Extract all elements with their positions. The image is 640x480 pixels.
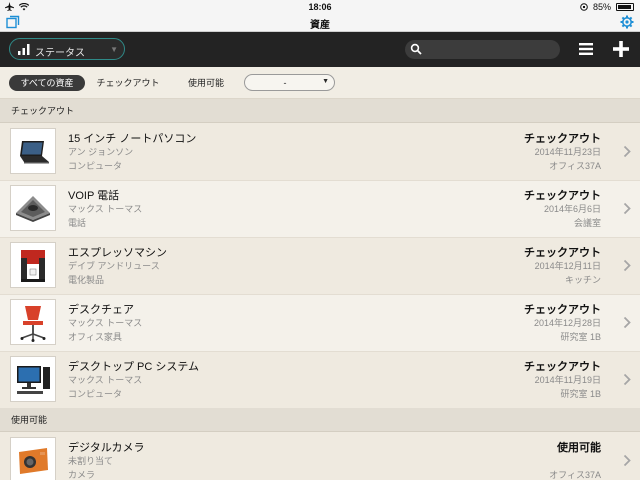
filter-bar: すべての資産 チェックアウト 使用可能 - ▼ [0, 67, 640, 99]
battery-icon [616, 3, 634, 11]
status-bar: 18:06 85% [0, 0, 640, 14]
signal-bars-icon [18, 44, 30, 55]
chevron-right-icon [623, 373, 631, 386]
asset-status: チェックアウト [524, 304, 601, 316]
asset-row[interactable]: VOIP 電話 マックス トーマス 電話 チェックアウト 2014年6月6日 会… [0, 181, 640, 238]
asset-category: コンピュータ [68, 161, 123, 171]
status-right: 85% [580, 2, 634, 12]
filter-select-value: - [283, 78, 287, 88]
status-dropdown[interactable]: ステータス ▼ [9, 38, 125, 60]
asset-status: チェックアウト [524, 133, 601, 145]
page-title: 資産 [310, 20, 330, 31]
asset-date: 2014年11月19日 [534, 375, 601, 385]
conference-phone-thumbnail [10, 185, 56, 231]
asset-row[interactable]: デスクトップ PC システム マックス トーマス コンピュータ チェックアウト … [0, 352, 640, 409]
asset-row[interactable]: デジタルカメラ 未割り当て カメラ 使用可能 オフィス37A [0, 433, 640, 480]
filter-select[interactable]: - ▼ [244, 74, 335, 91]
laptop-thumbnail [10, 128, 56, 174]
asset-name: 15 インチ ノートパソコン [68, 133, 197, 145]
gear-icon[interactable] [620, 15, 634, 29]
asset-location: オフィス37A [549, 161, 601, 171]
asset-name: VOIP 電話 [68, 190, 120, 202]
section-header-checkout: チェックアウト [0, 99, 640, 123]
asset-name: デスクトップ PC システム [68, 361, 200, 373]
asset-assignee: マックス トーマス [68, 375, 143, 385]
asset-name: デスクチェア [68, 304, 134, 316]
orientation-lock-icon [580, 3, 588, 11]
desk-chair-thumbnail [10, 299, 56, 345]
list-menu-icon[interactable] [579, 42, 593, 56]
filter-available-button[interactable]: 使用可能 [180, 75, 232, 91]
section-header-available: 使用可能 [0, 408, 640, 432]
asset-status: 使用可能 [557, 442, 601, 454]
chevron-right-icon [623, 202, 631, 215]
filter-all-button[interactable]: すべての資産 [9, 75, 85, 91]
chevron-right-icon [623, 454, 631, 467]
asset-category: 電化製品 [68, 275, 105, 285]
toolbar: ステータス ▼ [0, 32, 640, 67]
asset-status: チェックアウト [524, 247, 601, 259]
asset-name: デジタルカメラ [68, 442, 145, 454]
chevron-right-icon [623, 145, 631, 158]
filter-checkout-button[interactable]: チェックアウト [92, 75, 164, 91]
battery-percent: 85% [592, 2, 611, 12]
asset-date: 2014年12月28日 [533, 318, 601, 328]
asset-location: キッチン [564, 275, 601, 285]
add-icon[interactable] [612, 40, 630, 58]
espresso-machine-thumbnail [10, 242, 56, 288]
search-icon [410, 43, 422, 55]
asset-location: 会議室 [573, 218, 601, 228]
asset-assignee: デイブ アンドリュース [68, 261, 160, 271]
asset-category: オフィス家具 [68, 332, 122, 342]
asset-row[interactable]: デスクチェア マックス トーマス オフィス家具 チェックアウト 2014年12月… [0, 295, 640, 352]
chevron-right-icon [623, 316, 631, 329]
asset-location: オフィス37A [549, 470, 601, 480]
status-dropdown-label: ステータス [35, 48, 85, 59]
asset-assignee: マックス トーマス [68, 318, 143, 328]
asset-assignee: アン ジョンソン [68, 147, 134, 157]
chevron-right-icon [623, 259, 631, 272]
nav-bar: 資産 [0, 14, 640, 32]
caret-down-icon: ▼ [322, 78, 329, 85]
asset-name: エスプレッソマシン [68, 247, 167, 259]
search-input[interactable] [405, 40, 560, 59]
desktop-pc-thumbnail [10, 356, 56, 402]
asset-date: 2014年12月11日 [534, 261, 601, 271]
asset-location: 研究室 1B [560, 389, 601, 399]
asset-location: 研究室 1B [560, 332, 601, 342]
asset-date: 2014年6月6日 [543, 204, 601, 214]
digital-camera-thumbnail [10, 437, 56, 480]
asset-status: チェックアウト [524, 190, 601, 202]
asset-assignee: 未割り当て [68, 456, 114, 466]
asset-row[interactable]: 15 インチ ノートパソコン アン ジョンソン コンピュータ チェックアウト 2… [0, 124, 640, 181]
clock: 18:06 [308, 2, 332, 12]
asset-status: チェックアウト [524, 361, 601, 373]
asset-category: コンピュータ [68, 389, 123, 399]
asset-category: 電話 [68, 218, 87, 228]
asset-date: 2014年11月23日 [534, 147, 601, 157]
caret-down-icon: ▼ [110, 45, 118, 54]
asset-assignee: マックス トーマス [68, 204, 143, 214]
asset-row[interactable]: エスプレッソマシン デイブ アンドリュース 電化製品 チェックアウト 2014年… [0, 238, 640, 295]
asset-category: カメラ [68, 470, 96, 480]
